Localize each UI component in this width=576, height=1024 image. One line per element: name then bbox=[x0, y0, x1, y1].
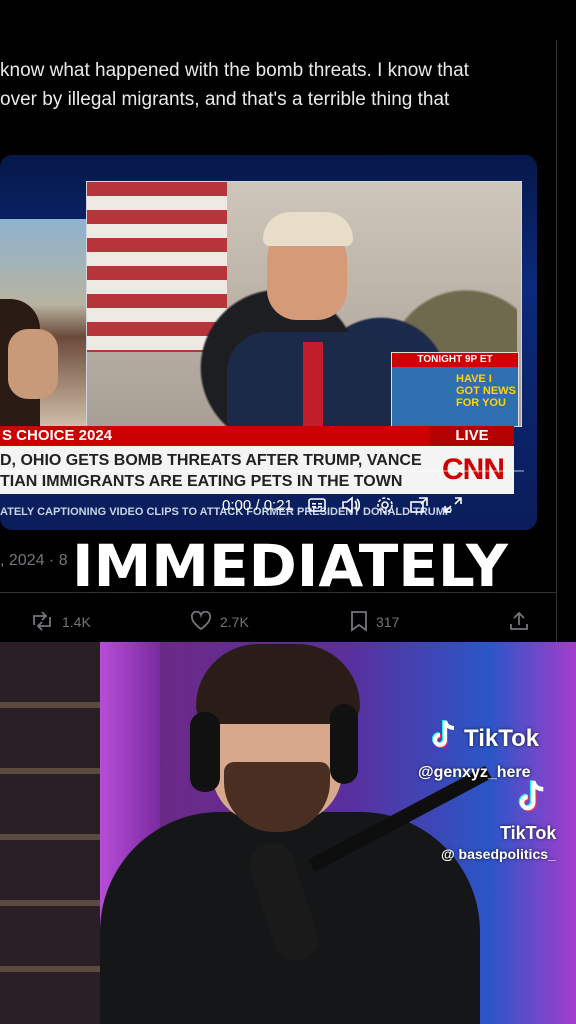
headline-line-1: D, OHIO GETS BOMB THREATS AFTER TRUMP, V… bbox=[0, 452, 422, 469]
ribbon-label: S CHOICE 2024 bbox=[2, 427, 113, 444]
bookmark-count: 317 bbox=[376, 614, 400, 630]
captions-icon[interactable] bbox=[307, 496, 327, 514]
video-main-frame: TONIGHT 9P ET HAVE I GOT NEWS FOR YOU bbox=[86, 181, 522, 427]
headline-line-2: TIAN IMMIGRANTS ARE EATING PETS IN THE T… bbox=[0, 473, 403, 490]
tweet-date: , 2024 · 8 bbox=[0, 552, 68, 569]
promo-title: HAVE I GOT NEWS FOR YOU bbox=[456, 373, 516, 409]
like-count: 2.7K bbox=[220, 614, 249, 630]
embedded-video[interactable]: TONIGHT 9P ET HAVE I GOT NEWS FOR YOU S … bbox=[0, 155, 537, 530]
tiktok-handle-2: @ basedpolitics_ bbox=[441, 846, 556, 862]
share-icon bbox=[508, 610, 530, 635]
live-badge: LIVE bbox=[430, 426, 514, 446]
bookshelf bbox=[0, 642, 100, 1024]
tiktok-note-icon-2 bbox=[514, 778, 548, 816]
promo-header: TONIGHT 9P ET bbox=[392, 353, 518, 367]
retweet-icon bbox=[30, 610, 54, 634]
tweet-line-1: know what happened with the bomb threats… bbox=[0, 60, 469, 81]
tweet-actions: 1.4K 2.7K 317 bbox=[0, 606, 556, 638]
speaker-hair bbox=[263, 212, 353, 246]
tweet-screenshot: know what happened with the bomb threats… bbox=[0, 0, 576, 642]
tiktok-watermark-1: TikTok bbox=[428, 718, 539, 759]
video-time: 0:00 / 0:21 bbox=[222, 496, 293, 514]
tweet-line-2: over by illegal migrants, and that's a t… bbox=[0, 89, 450, 110]
tiktok-brand-1: TikTok bbox=[464, 724, 540, 752]
speaker-tie bbox=[303, 342, 323, 426]
video-progress-bar[interactable] bbox=[0, 470, 524, 472]
like-button[interactable]: 2.7K bbox=[190, 606, 249, 638]
overlay-caption: IMMEDIATELY bbox=[72, 532, 508, 600]
webcam-feed bbox=[0, 642, 576, 1024]
heart-icon bbox=[190, 610, 212, 634]
volume-icon[interactable] bbox=[341, 496, 361, 514]
fullscreen-icon[interactable] bbox=[443, 496, 463, 514]
retweet-count: 1.4K bbox=[62, 614, 91, 630]
bookmark-icon bbox=[350, 610, 368, 635]
headphones-left bbox=[190, 712, 220, 792]
headphones-right bbox=[330, 704, 358, 784]
tiktok-brand-2: TikTok bbox=[500, 823, 557, 843]
settings-gear-icon[interactable] bbox=[375, 496, 395, 514]
anchor-inset bbox=[0, 219, 86, 433]
bookmark-button[interactable]: 317 bbox=[350, 606, 399, 638]
tweet-text: know what happened with the bomb threats… bbox=[0, 56, 556, 114]
tiktok-note-icon bbox=[428, 718, 458, 759]
chyron-ribbon: S CHOICE 2024 LIVE bbox=[0, 426, 514, 446]
timeline-divider bbox=[556, 40, 557, 642]
pip-icon[interactable] bbox=[409, 496, 429, 514]
video-controls: 0:00 / 0:21 bbox=[222, 493, 463, 517]
retweet-button[interactable]: 1.4K bbox=[30, 606, 91, 638]
share-button[interactable] bbox=[508, 606, 530, 638]
promo-box: TONIGHT 9P ET HAVE I GOT NEWS FOR YOU bbox=[391, 352, 519, 426]
